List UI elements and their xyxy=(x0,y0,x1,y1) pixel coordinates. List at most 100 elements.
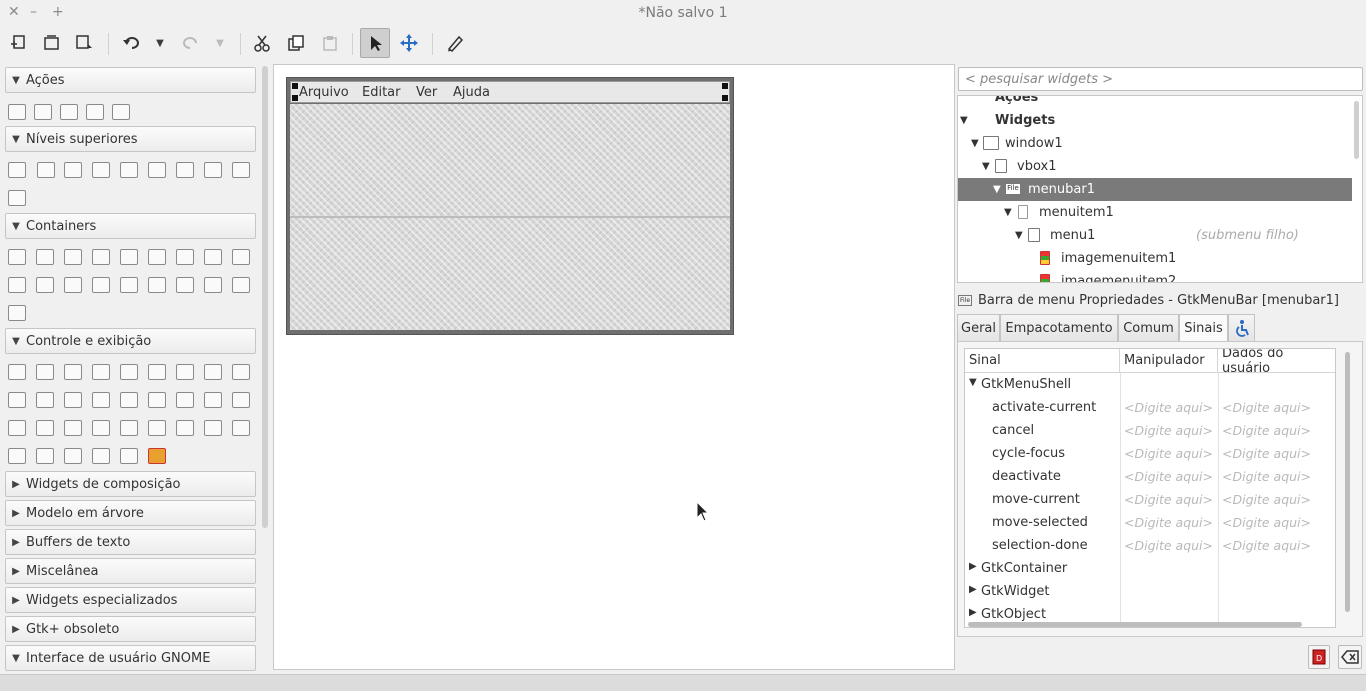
palette-widget-icon[interactable] xyxy=(148,162,166,178)
palette-category-acoes[interactable]: ▼ Ações xyxy=(5,67,256,93)
palette-widget-icon[interactable] xyxy=(36,249,54,265)
clear-signal-button[interactable] xyxy=(1338,645,1362,669)
expander-down-icon[interactable]: ▼ xyxy=(960,115,968,126)
palette-widget-icon[interactable] xyxy=(120,420,138,436)
handler-field[interactable]: <Digite aqui> xyxy=(1124,400,1213,415)
palette-widget-icon[interactable] xyxy=(8,364,26,380)
widget-tree[interactable]: Ações ▼ Widgets ▼ window1 ▼ vbox1 ▼ File… xyxy=(957,95,1363,283)
palette-widget-icon[interactable] xyxy=(8,104,26,120)
palette-category-widgets-especializados[interactable]: ▶ Widgets especializados xyxy=(5,587,256,613)
palette-widget-icon[interactable] xyxy=(176,277,194,293)
tab-sinais[interactable]: Sinais xyxy=(1179,314,1228,342)
handler-field[interactable]: <Digite aqui> xyxy=(1124,538,1213,553)
expander-down-icon[interactable]: ▼ xyxy=(993,184,1001,195)
expander-right-icon[interactable]: ▶ xyxy=(969,607,977,618)
new-file-button[interactable] xyxy=(3,28,33,58)
palette-category-modelo-em-arvore[interactable]: ▶ Modelo em árvore xyxy=(5,500,256,526)
palette-widget-icon[interactable] xyxy=(92,392,110,408)
resize-handle[interactable] xyxy=(292,95,298,101)
palette-widget-icon[interactable] xyxy=(112,104,130,120)
palette-widget-icon[interactable] xyxy=(148,448,166,464)
palette-widget-icon[interactable] xyxy=(232,249,250,265)
tree-row[interactable]: imagemenuitem2 xyxy=(958,270,1352,282)
palette-scrollbar[interactable] xyxy=(262,66,268,528)
tree-row[interactable]: ▼ menu1 (submenu filho) xyxy=(958,224,1352,247)
palette-category-widgets-de-composicao[interactable]: ▶ Widgets de composição xyxy=(5,471,256,497)
palette-widget-icon[interactable] xyxy=(8,305,26,321)
tab-geral[interactable]: Geral xyxy=(957,314,1000,341)
palette-widget-icon[interactable] xyxy=(232,392,250,408)
palette-widget-icon[interactable] xyxy=(36,364,54,380)
palette-widget-icon[interactable] xyxy=(37,162,55,178)
palette-category-miscelanea[interactable]: ▶ Miscelânea xyxy=(5,558,256,584)
tree-row-selected[interactable]: ▼ File menubar1 xyxy=(958,178,1352,201)
palette-widget-icon[interactable] xyxy=(148,249,166,265)
palette-widget-icon[interactable] xyxy=(86,104,104,120)
expander-right-icon[interactable]: ▶ xyxy=(969,561,977,572)
palette-widget-icon[interactable] xyxy=(148,364,166,380)
palette-widget-icon[interactable] xyxy=(64,162,82,178)
palette-widget-icon[interactable] xyxy=(120,392,138,408)
palette-widget-icon[interactable] xyxy=(176,364,194,380)
handler-field[interactable]: <Digite aqui> xyxy=(1124,515,1213,530)
palette-widget-icon[interactable] xyxy=(36,392,54,408)
signal-row[interactable]: selection-done <Digite aqui> <Digite aqu… xyxy=(965,534,1335,557)
expander-down-icon[interactable]: ▼ xyxy=(971,138,979,149)
palette-category-niveis-superiores[interactable]: ▼ Níveis superiores xyxy=(5,126,256,152)
signal-group-row[interactable]: ▶ GtkContainer xyxy=(965,557,1335,580)
menubar-item-ajuda[interactable]: Ajuda xyxy=(453,85,490,100)
tab-empacotamento[interactable]: Empacotamento xyxy=(1000,314,1118,341)
handler-field[interactable]: <Digite aqui> xyxy=(1124,423,1213,438)
palette-widget-icon[interactable] xyxy=(148,277,166,293)
signal-row[interactable]: move-selected <Digite aqui> <Digite aqui… xyxy=(965,511,1335,534)
tree-row[interactable]: ▼ Widgets xyxy=(958,109,1352,132)
palette-category-controle-e-exibicao[interactable]: ▼ Controle e exibição xyxy=(5,328,256,354)
paste-button[interactable] xyxy=(315,28,345,58)
docs-button[interactable]: D xyxy=(1308,645,1330,669)
tree-row[interactable]: ▼ menuitem1 xyxy=(958,201,1352,224)
redo-button[interactable] xyxy=(176,28,206,58)
expander-down-icon[interactable]: ▼ xyxy=(1015,230,1023,241)
palette-widget-icon[interactable] xyxy=(64,420,82,436)
palette-widget-icon[interactable] xyxy=(232,420,250,436)
palette-widget-icon[interactable] xyxy=(232,162,250,178)
palette-widget-icon[interactable] xyxy=(204,364,222,380)
edit-widget-button[interactable] xyxy=(440,28,470,58)
redo-dropdown-icon[interactable]: ▼ xyxy=(208,28,232,58)
tree-scrollbar[interactable] xyxy=(1354,101,1359,159)
palette-widget-icon[interactable] xyxy=(60,104,78,120)
resize-handle[interactable] xyxy=(722,83,728,89)
palette-widget-icon[interactable] xyxy=(64,364,82,380)
palette-widget-icon[interactable] xyxy=(176,162,194,178)
palette-category-gtk-obsoleto[interactable]: ▶ Gtk+ obsoleto xyxy=(5,616,256,642)
palette-widget-icon[interactable] xyxy=(8,249,26,265)
tree-row[interactable]: ▼ vbox1 xyxy=(958,155,1352,178)
signal-row[interactable]: move-current <Digite aqui> <Digite aqui> xyxy=(965,488,1335,511)
column-header-dados[interactable]: Dados do usuário xyxy=(1218,349,1335,376)
tree-row[interactable]: ▼ window1 xyxy=(958,132,1352,155)
user-data-field[interactable]: <Digite aqui> xyxy=(1222,400,1311,415)
palette-widget-icon[interactable] xyxy=(92,162,110,178)
signal-row[interactable]: activate-current <Digite aqui> <Digite a… xyxy=(965,396,1335,419)
user-data-field[interactable]: <Digite aqui> xyxy=(1222,515,1311,530)
palette-widget-icon[interactable] xyxy=(176,420,194,436)
palette-widget-icon[interactable] xyxy=(204,277,222,293)
user-data-field[interactable]: <Digite aqui> xyxy=(1222,492,1311,507)
palette-widget-icon[interactable] xyxy=(8,277,26,293)
palette-widget-icon[interactable] xyxy=(92,420,110,436)
user-data-field[interactable]: <Digite aqui> xyxy=(1222,538,1311,553)
signal-row[interactable]: cycle-focus <Digite aqui> <Digite aqui> xyxy=(965,442,1335,465)
palette-widget-icon[interactable] xyxy=(120,249,138,265)
user-data-field[interactable]: <Digite aqui> xyxy=(1222,423,1311,438)
menubar-item-arquivo[interactable]: Arquivo xyxy=(299,85,349,100)
palette-widget-icon[interactable] xyxy=(64,249,82,265)
palette-widget-icon[interactable] xyxy=(8,448,26,464)
palette-widget-icon[interactable] xyxy=(176,249,194,265)
widget-search-input[interactable]: < pesquisar widgets > xyxy=(958,67,1363,91)
save-file-button[interactable] xyxy=(70,28,100,58)
handler-field[interactable]: <Digite aqui> xyxy=(1124,492,1213,507)
palette-widget-icon[interactable] xyxy=(64,277,82,293)
palette-widget-icon[interactable] xyxy=(204,162,222,178)
tab-accessibility[interactable] xyxy=(1228,314,1255,341)
palette-widget-icon[interactable] xyxy=(34,104,52,120)
